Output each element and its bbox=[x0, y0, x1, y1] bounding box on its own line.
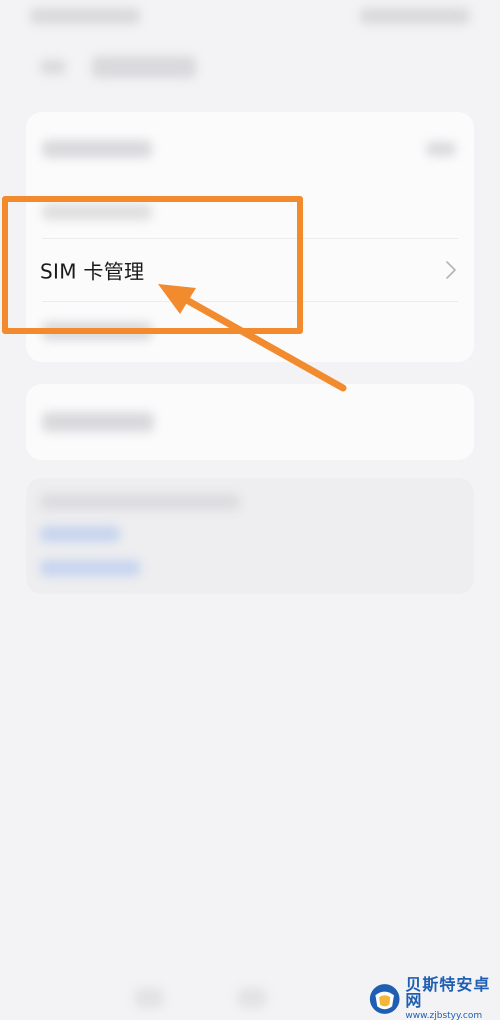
watermark: 贝斯特安卓网 www.zjbstyy.com bbox=[368, 975, 500, 1020]
watermark-logo-icon bbox=[369, 984, 400, 1014]
watermark-url: www.zjbstyy.com bbox=[405, 1011, 483, 1020]
settings-row-blurred-3[interactable] bbox=[42, 412, 154, 432]
settings-card-network: SIM 卡管理 bbox=[26, 112, 474, 362]
sim-card-management-row[interactable]: SIM 卡管理 bbox=[26, 239, 474, 301]
page-header bbox=[0, 40, 500, 96]
settings-card-3 bbox=[26, 478, 474, 594]
settings-card-2 bbox=[26, 384, 474, 460]
sim-card-management-label: SIM 卡管理 bbox=[40, 259, 145, 284]
section-label-blurred bbox=[42, 204, 152, 220]
page-title bbox=[92, 56, 196, 78]
chevron-right-icon bbox=[446, 261, 456, 279]
settings-row-blurred-2[interactable] bbox=[42, 322, 152, 340]
back-icon[interactable] bbox=[40, 60, 66, 74]
link-blurred-1[interactable] bbox=[40, 526, 120, 542]
link-blurred-2[interactable] bbox=[40, 560, 140, 576]
status-bar bbox=[0, 0, 500, 34]
watermark-title: 贝斯特安卓网 bbox=[405, 975, 491, 1010]
settings-row-blurred-1[interactable] bbox=[42, 140, 152, 158]
